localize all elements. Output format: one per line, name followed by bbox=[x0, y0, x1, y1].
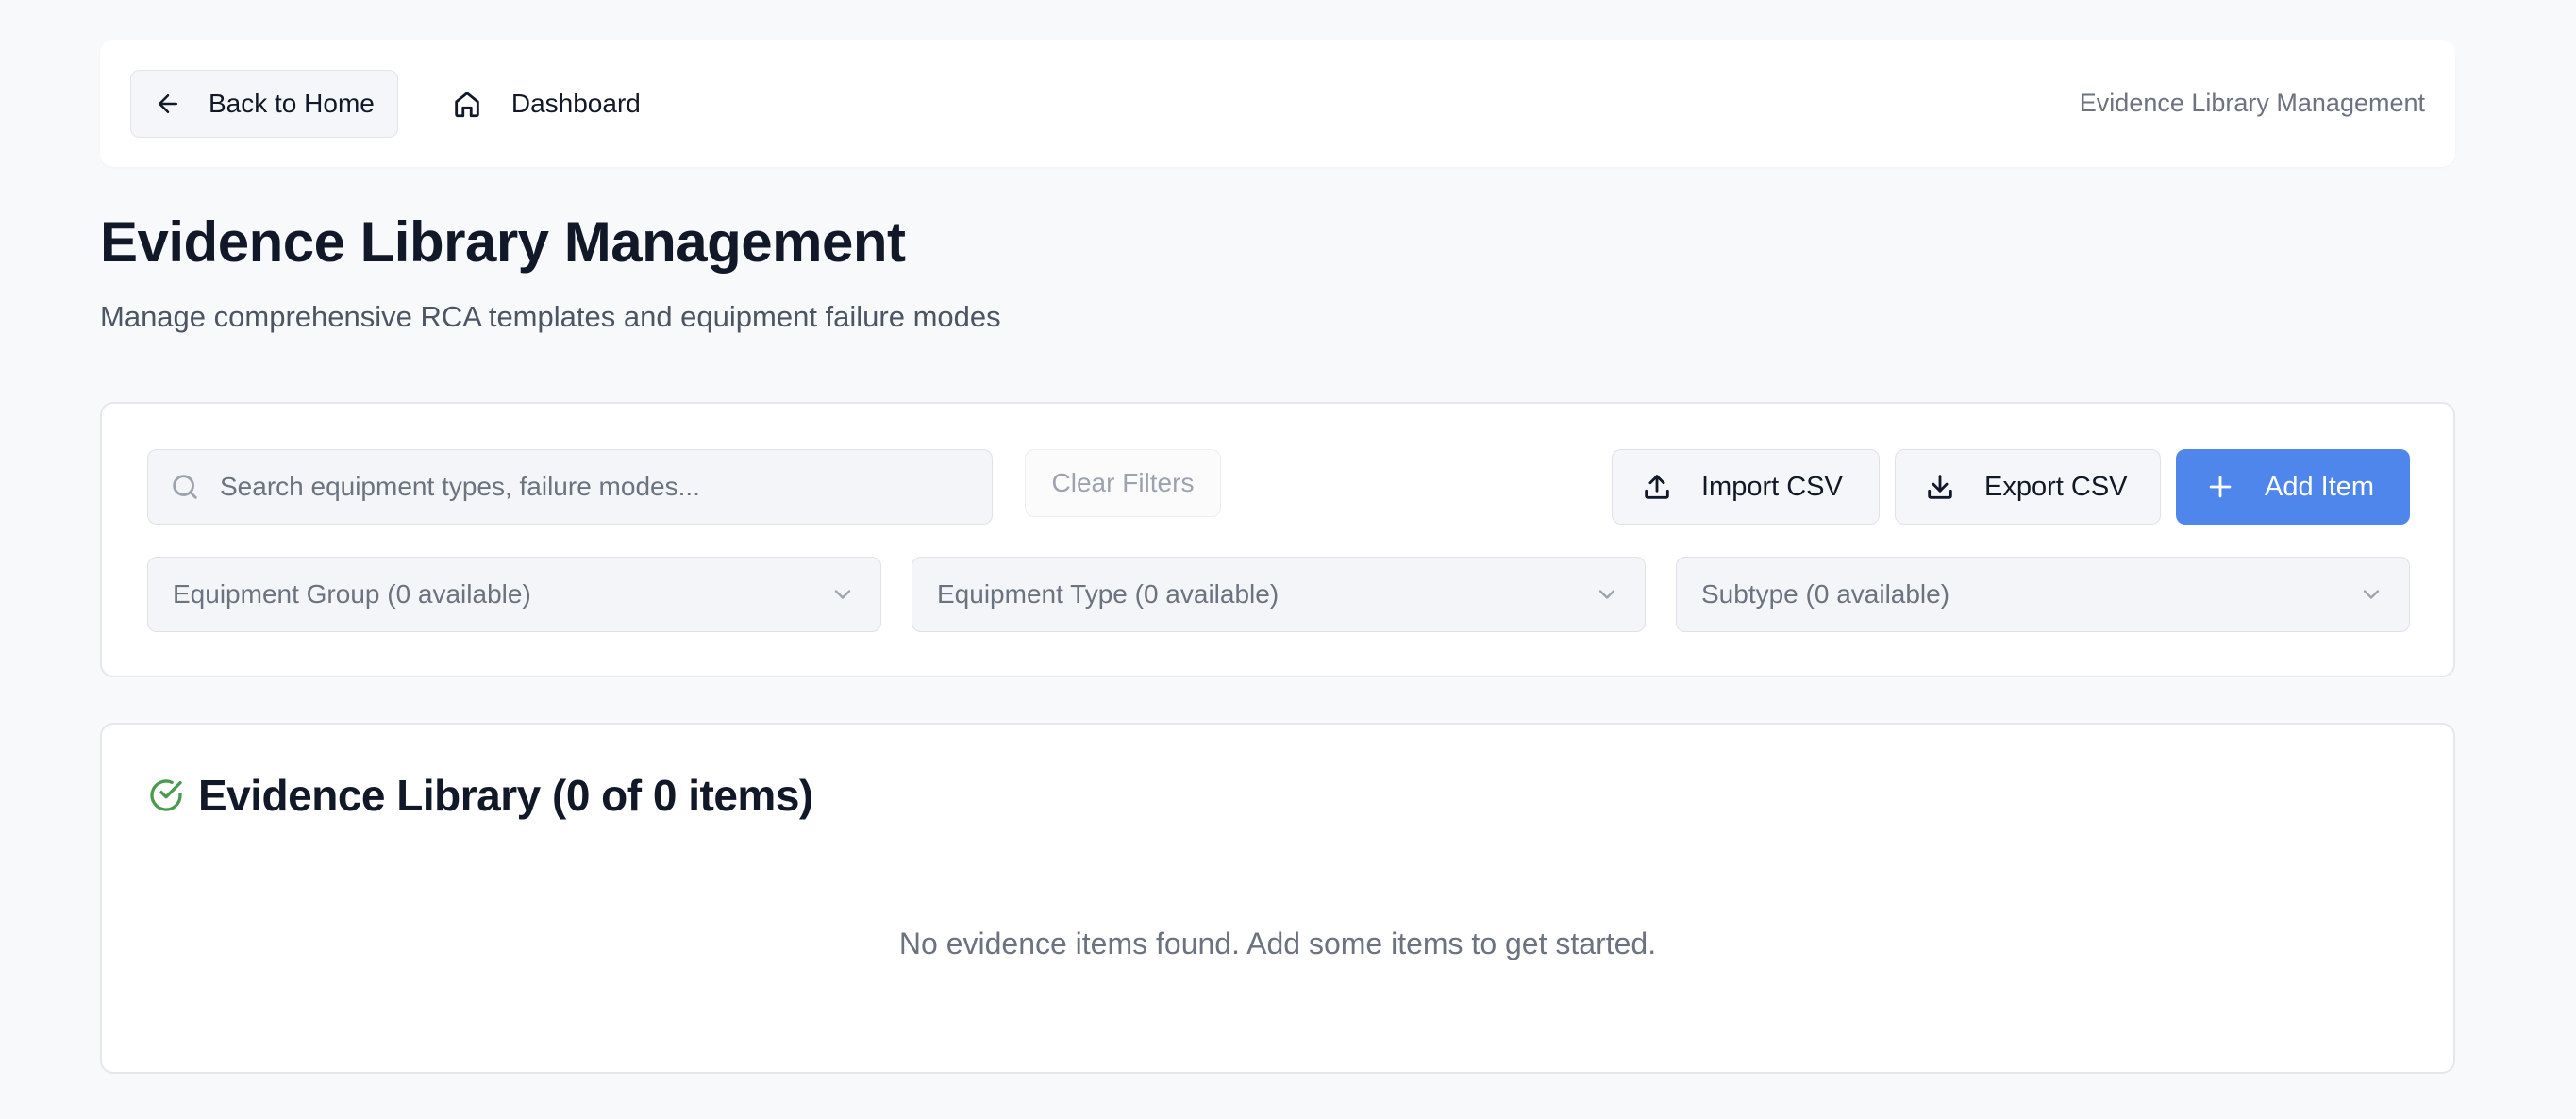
export-csv-label: Export CSV bbox=[1984, 471, 2128, 502]
upload-icon bbox=[1645, 475, 1669, 499]
equipment-group-value: Equipment Group (0 available) bbox=[173, 579, 531, 609]
plus-icon bbox=[2209, 476, 2232, 498]
search-box[interactable] bbox=[147, 449, 993, 525]
clear-filters-button[interactable]: Clear Filters bbox=[1025, 449, 1221, 517]
add-item-button[interactable]: Add Item bbox=[2176, 449, 2410, 525]
back-to-home-button[interactable]: Back to Home bbox=[130, 69, 398, 138]
search-icon bbox=[173, 475, 197, 499]
empty-state-message: No evidence items found. Add some items … bbox=[898, 927, 1657, 960]
dashboard-link[interactable]: Dashboard bbox=[451, 88, 641, 120]
equipment-type-value: Equipment Type (0 available) bbox=[937, 579, 1280, 609]
chevron-down-icon bbox=[834, 590, 851, 599]
search-input[interactable] bbox=[220, 472, 992, 502]
download-icon bbox=[1928, 475, 1952, 499]
subtype-value: Subtype (0 available) bbox=[1701, 579, 1950, 609]
chevron-down-icon bbox=[1598, 590, 1615, 599]
dashboard-label: Dashboard bbox=[510, 88, 641, 118]
library-title: Evidence Library (0 of 0 items) bbox=[198, 771, 813, 820]
import-csv-label: Import CSV bbox=[1701, 471, 1843, 502]
check-circle-icon bbox=[150, 779, 182, 811]
home-icon bbox=[455, 91, 479, 117]
evidence-library-panel: Evidence Library (0 of 0 items) No evide… bbox=[100, 723, 2455, 1074]
import-csv-button[interactable]: Import CSV bbox=[1612, 449, 1880, 525]
arrow-left-icon bbox=[159, 93, 177, 113]
add-item-label: Add Item bbox=[2265, 471, 2375, 502]
page-subtitle: Manage comprehensive RCA templates and e… bbox=[100, 300, 1001, 333]
breadcrumb: Evidence Library Management bbox=[2079, 89, 2425, 117]
filter-panel: Clear Filters Import CSV Export CSV Add … bbox=[100, 402, 2455, 677]
chevron-down-icon bbox=[2363, 590, 2380, 599]
page-title: Evidence Library Management bbox=[100, 210, 906, 274]
back-to-home-label: Back to Home bbox=[209, 88, 375, 118]
equipment-group-select[interactable]: Equipment Group (0 available) bbox=[147, 557, 881, 632]
library-header: Evidence Library (0 of 0 items) bbox=[147, 770, 813, 821]
subtype-select[interactable]: Subtype (0 available) bbox=[1676, 557, 2410, 632]
export-csv-button[interactable]: Export CSV bbox=[1895, 449, 2161, 525]
top-nav: Back to Home Dashboard Evidence Library … bbox=[100, 40, 2455, 167]
equipment-type-select[interactable]: Equipment Type (0 available) bbox=[912, 557, 1646, 632]
